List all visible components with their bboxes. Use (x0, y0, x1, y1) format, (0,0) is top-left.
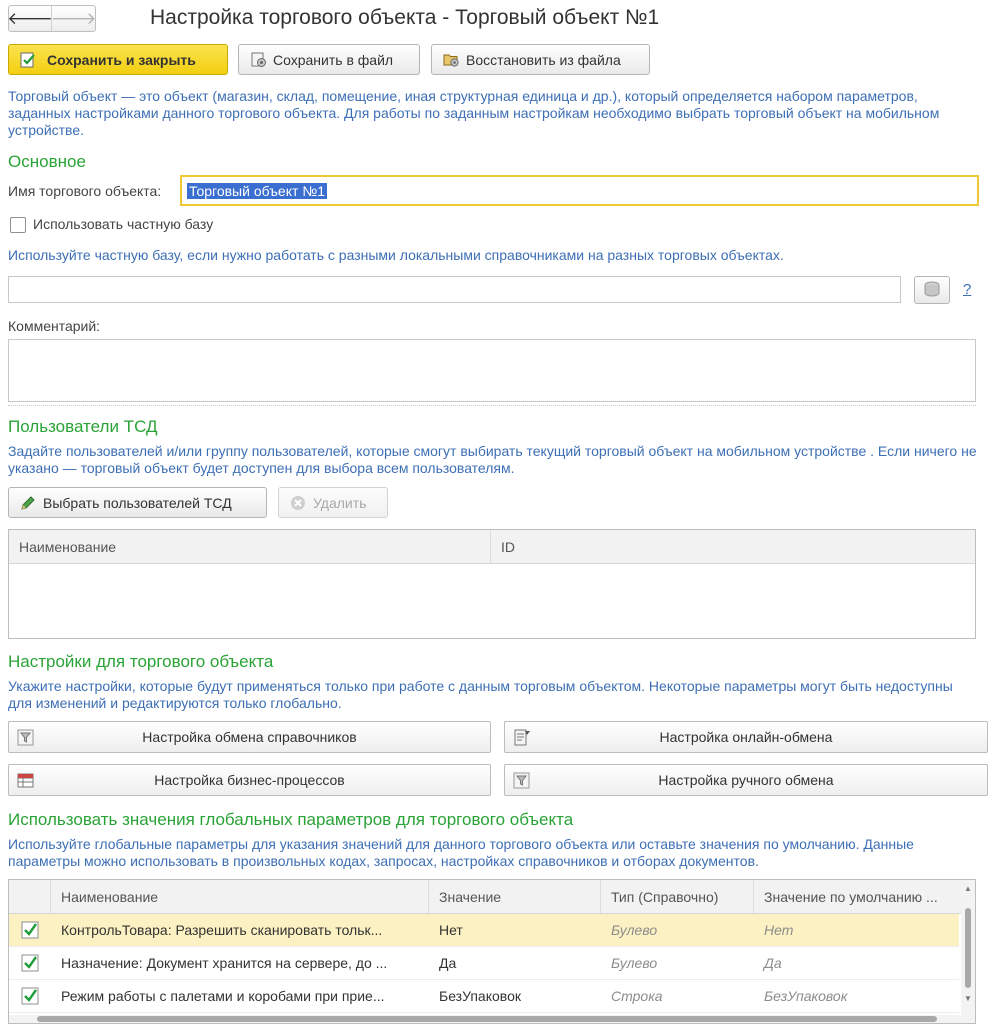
tsd-users-table-header: Наименование ID (9, 530, 975, 564)
global-params-hint: Используйте глобальные параметры для ука… (8, 836, 914, 869)
comment-label: Комментарий: (8, 318, 101, 334)
column-header-name[interactable]: Наименование (51, 880, 429, 913)
delete-user-label: Удалить (313, 494, 367, 511)
table-row[interactable]: КонтрольТовара: Разрешить сканировать то… (9, 914, 959, 947)
restore-from-file-label: Восстановить из файла (466, 51, 621, 68)
row-checkbox[interactable] (9, 921, 51, 939)
select-tsd-users-label: Выбрать пользователей ТСД (43, 494, 232, 511)
column-header-type[interactable]: Тип (Справочно) (601, 880, 754, 913)
column-header-default[interactable]: Значение по умолчанию ... (754, 880, 957, 913)
manual-exchange-settings-label: Настройка ручного обмена (658, 772, 834, 788)
tsd-users-table: Наименование ID (8, 529, 976, 639)
horizontal-scrollbar[interactable] (9, 1015, 961, 1023)
manual-exchange-settings-button[interactable]: Настройка ручного обмена (504, 764, 988, 796)
row-default: Нет (764, 922, 794, 938)
row-type: Строка (611, 988, 663, 1004)
global-params-table: Наименование Значение Тип (Справочно) Зн… (8, 879, 976, 1024)
restore-from-file-button[interactable]: Восстановить из файла (431, 44, 650, 75)
filter-icon (513, 772, 531, 792)
save-file-icon (247, 51, 269, 68)
row-value[interactable]: Да (429, 955, 601, 971)
column-header-check (9, 880, 51, 913)
global-params-table-header: Наименование Значение Тип (Справочно) Зн… (9, 880, 975, 914)
folder-gear-icon (440, 51, 462, 68)
tsd-users-section-title: Пользователи ТСД (8, 417, 158, 436)
section-divider (8, 405, 976, 406)
delete-circle-icon (287, 495, 309, 511)
checkmark-icon (21, 921, 39, 939)
delete-user-button[interactable]: Удалить (278, 487, 388, 518)
business-process-settings-label: Настройка бизнес-процессов (154, 772, 345, 788)
window-title: Настройка торгового объекта - Торговый о… (150, 6, 660, 29)
column-header-id[interactable]: ID (491, 530, 975, 563)
object-settings-section-title: Настройки для торгового объекта (8, 652, 274, 671)
tsd-users-hint: Задайте пользователей и/или группу польз… (8, 443, 977, 476)
row-default: БезУпаковок (764, 988, 848, 1004)
column-header-value[interactable]: Значение (429, 880, 601, 913)
object-name-input[interactable]: Торговый объект №1 (180, 175, 979, 206)
table-grid-icon (17, 772, 35, 792)
column-header-name[interactable]: Наименование (9, 530, 491, 563)
object-name-label: Имя торгового объекта: (8, 183, 162, 199)
document-settings-icon (513, 729, 531, 749)
scroll-down-icon[interactable]: ▼ (964, 994, 972, 1003)
row-default: Да (764, 955, 782, 971)
row-name: Назначение: Документ хранится на сервере… (61, 955, 388, 971)
object-name-value: Торговый объект №1 (187, 182, 328, 199)
intro-description: Торговый объект — это объект (магазин, с… (8, 88, 940, 138)
row-checkbox[interactable] (9, 987, 51, 1005)
save-and-close-button[interactable]: Сохранить и закрыть (8, 44, 228, 75)
vertical-scrollbar[interactable]: ▲ ▼ (961, 880, 975, 1023)
main-section-title: Основное (8, 152, 86, 171)
checkmark-icon (21, 987, 39, 1005)
save-to-file-label: Сохранить в файл (273, 51, 394, 68)
database-icon (923, 281, 941, 300)
row-value[interactable]: БезУпаковок (429, 988, 601, 1004)
table-row[interactable]: Назначение: Документ хранится на сервере… (9, 947, 959, 980)
private-db-checkbox[interactable] (10, 217, 26, 233)
pencil-icon (17, 495, 39, 511)
online-exchange-settings-button[interactable]: Настройка онлайн-обмена (504, 721, 988, 753)
comment-textarea[interactable] (8, 339, 976, 402)
save-and-close-label: Сохранить и закрыть (47, 51, 196, 68)
row-type: Булево (611, 955, 658, 971)
row-name: Режим работы с палетами и коробами при п… (61, 988, 385, 1004)
navigation-buttons: 🡐 🡒 (7, 5, 97, 32)
forward-button[interactable]: 🡒 (51, 6, 97, 31)
back-button[interactable]: 🡐 (7, 6, 53, 31)
row-value[interactable]: Нет (429, 922, 601, 938)
checkmark-icon (21, 954, 39, 972)
row-type: Булево (611, 922, 658, 938)
row-name: КонтрольТовара: Разрешить сканировать то… (61, 922, 383, 938)
table-row[interactable]: Режим работы с палетами и коробами при п… (9, 980, 959, 1013)
save-check-icon (17, 52, 39, 68)
catalog-exchange-settings-button[interactable]: Настройка обмена справочников (8, 721, 491, 753)
filter-icon (17, 729, 35, 749)
global-params-section-title: Использовать значения глобальных парамет… (8, 810, 574, 829)
business-process-settings-button[interactable]: Настройка бизнес-процессов (8, 764, 491, 796)
horizontal-scroll-thumb[interactable] (37, 1016, 937, 1022)
select-tsd-users-button[interactable]: Выбрать пользователей ТСД (8, 487, 267, 518)
private-db-hint: Используйте частную базу, если нужно раб… (8, 247, 784, 263)
scroll-up-icon[interactable]: ▲ (964, 884, 972, 893)
private-db-path-input[interactable] (8, 276, 901, 303)
vertical-scroll-thumb[interactable] (965, 908, 971, 988)
save-to-file-button[interactable]: Сохранить в файл (238, 44, 420, 75)
private-db-label: Использовать частную базу (33, 216, 214, 232)
row-checkbox[interactable] (9, 954, 51, 972)
help-link[interactable]: ? (963, 281, 971, 298)
online-exchange-settings-label: Настройка онлайн-обмена (659, 729, 833, 745)
object-settings-hint: Укажите настройки, которые будут применя… (8, 678, 953, 711)
private-db-action-button[interactable] (914, 276, 950, 304)
catalog-exchange-settings-label: Настройка обмена справочников (142, 729, 357, 745)
